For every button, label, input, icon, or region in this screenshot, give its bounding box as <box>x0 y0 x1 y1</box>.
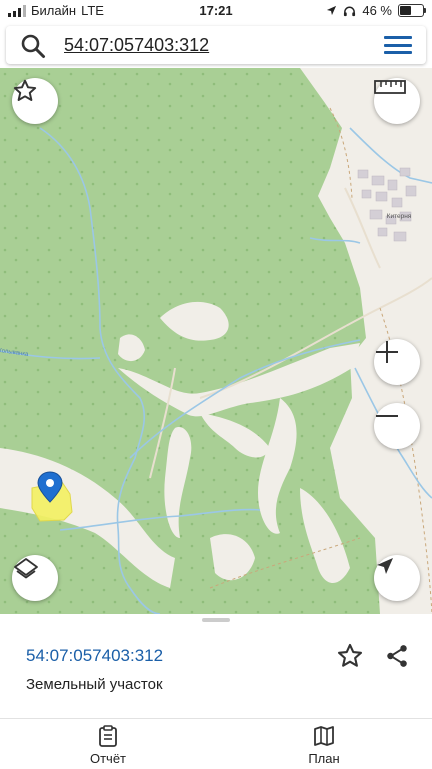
map-canvas[interactable]: Китерня Колыванка <box>0 68 432 614</box>
tab-plan[interactable]: План <box>284 725 364 766</box>
tab-plan-label: План <box>308 751 340 766</box>
plus-icon <box>376 341 398 363</box>
minus-icon <box>376 415 398 417</box>
search-input[interactable]: 54:07:057403:312 <box>64 35 209 56</box>
battery-percent: 46 % <box>362 3 392 18</box>
parcel-type: Земельный участок <box>26 676 163 693</box>
share-icon[interactable] <box>384 643 410 669</box>
battery-icon <box>398 4 426 17</box>
parcel-info-sheet[interactable]: 54:07:057403:312 Земельный участок <box>0 614 432 718</box>
layers-button[interactable] <box>12 555 58 601</box>
layers-icon <box>14 558 38 579</box>
parcel-number-link[interactable]: 54:07:057403:312 <box>26 646 163 666</box>
zoom-out-button[interactable] <box>374 403 420 449</box>
favorite-star-icon[interactable] <box>336 642 364 670</box>
my-location-button[interactable] <box>374 555 420 601</box>
favorite-map-button[interactable] <box>12 78 58 124</box>
star-icon <box>13 79 37 101</box>
sheet-drag-handle[interactable] <box>202 618 230 622</box>
status-bar: Билайн LTE 17:21 46 % <box>0 0 432 22</box>
tab-bar: Отчёт План <box>0 718 432 769</box>
zoom-in-button[interactable] <box>374 339 420 385</box>
menu-icon[interactable] <box>384 36 412 54</box>
search-icon[interactable] <box>20 33 46 59</box>
tab-report-label: Отчёт <box>89 751 127 766</box>
ruler-icon <box>374 80 406 94</box>
status-right: 46 % <box>326 3 426 18</box>
map-view[interactable]: Китерня Колыванка <box>0 68 432 614</box>
clipboard-icon <box>99 725 117 747</box>
headphones-icon <box>344 6 356 16</box>
navigation-arrow-icon <box>377 558 393 574</box>
search-bar[interactable]: 54:07:057403:312 <box>6 26 426 64</box>
ruler-button[interactable] <box>374 78 420 124</box>
location-arrow-icon <box>327 5 337 16</box>
tab-report[interactable]: Отчёт <box>68 725 148 766</box>
place-label: Китерня <box>387 213 412 220</box>
map-icon <box>314 726 334 746</box>
